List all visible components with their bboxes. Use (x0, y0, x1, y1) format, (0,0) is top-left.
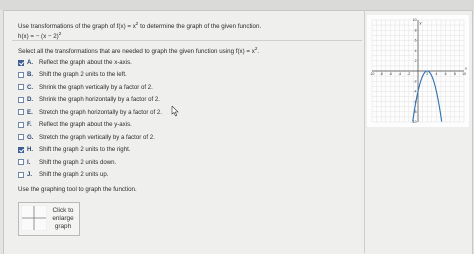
option-g[interactable]: G. Stretch the graph vertically by a fact… (18, 133, 155, 142)
checkbox[interactable] (18, 171, 24, 178)
option-text: Reflect the graph about the y-axis. (39, 121, 132, 129)
option-letter: C. (27, 83, 34, 91)
option-text: Shrink the graph horizontally by a facto… (39, 96, 160, 104)
coordinate-graph[interactable]: xy-10 -8 -6 -4 -2 2 4 6 8 10108642-2-4-6-8-10 (366, 14, 470, 128)
option-letter: J. (27, 171, 33, 179)
x-axis-label: x (465, 66, 467, 71)
x-tick-label: 2 (426, 72, 428, 76)
checkbox[interactable] (18, 84, 24, 91)
top-bar (0, 0, 474, 10)
divider (12, 40, 362, 41)
option-c[interactable]: C. Shrink the graph vertically by a facto… (18, 83, 153, 92)
option-text: Stretch the graph horizontally by a fact… (39, 108, 162, 116)
mouse-pointer-icon (171, 106, 179, 117)
option-j[interactable]: J. Shift the graph 2 units up. (18, 170, 108, 179)
option-text: Shrink the graph vertically by a factor … (39, 83, 153, 91)
option-text: Shift the graph 2 units down. (39, 158, 117, 166)
checkbox[interactable] (18, 71, 24, 78)
enlarge-graph-button[interactable]: Click to enlarge graph (18, 202, 80, 236)
option-d[interactable]: D. Shrink the graph horizontally by a fac… (18, 95, 160, 104)
checkbox[interactable] (18, 96, 24, 103)
graph-thumbnail-icon (21, 205, 47, 231)
y-tick-label: 6 (415, 39, 417, 43)
y-tick-label: -2 (413, 79, 416, 83)
option-letter: H. (27, 146, 34, 154)
option-text: Stretch the graph vertically by a factor… (39, 133, 155, 141)
option-letter: I. (27, 158, 31, 166)
x-tick-label: 4 (435, 72, 437, 76)
x-tick-label: 8 (454, 72, 456, 76)
option-text: Shift the graph 2 units to the left. (39, 71, 127, 79)
option-e[interactable]: E. Stretch the graph horizontally by a fa… (18, 108, 162, 117)
x-tick-label: -10 (370, 72, 375, 76)
option-a[interactable]: A. Reflect the graph about the x-axis. (18, 58, 132, 67)
checkbox[interactable] (18, 134, 24, 141)
option-letter: B. (27, 71, 34, 79)
option-i[interactable]: I. Shift the graph 2 units down. (18, 158, 116, 167)
x-tick-label: -4 (398, 72, 401, 76)
y-tick-label: 4 (415, 49, 417, 53)
checkbox[interactable] (18, 159, 24, 166)
option-f[interactable]: F. Reflect the graph about the y-axis. (18, 120, 132, 129)
option-letter: A. (27, 59, 34, 66)
y-axis-label: y (420, 20, 422, 25)
checkbox[interactable] (18, 59, 24, 66)
option-letter: D. (27, 96, 34, 104)
graph-tool-instruction: Use the graphing tool to graph the funct… (18, 186, 137, 193)
checkbox[interactable] (18, 109, 24, 116)
checkbox[interactable] (18, 121, 24, 128)
option-text: Shift the graph 2 units up. (39, 171, 109, 179)
x-tick-label: 6 (445, 72, 447, 76)
x-tick-label: -2 (407, 72, 410, 76)
x-tick-label: 10 (462, 72, 466, 76)
y-tick-label: 2 (415, 59, 417, 63)
option-letter: G. (27, 133, 34, 141)
enlarge-graph-label: Click to enlarge graph (52, 207, 74, 230)
y-tick-label: -4 (413, 90, 416, 94)
option-b[interactable]: B. Shift the graph 2 units to the left. (18, 70, 127, 79)
checkbox[interactable] (18, 146, 24, 153)
x-tick-label: -6 (389, 72, 392, 76)
select-instruction: Select all the transformations that are … (18, 46, 260, 55)
panel-divider (364, 11, 365, 253)
option-letter: E. (27, 108, 33, 116)
option-letter: F. (27, 121, 32, 129)
x-tick-label: -8 (380, 72, 383, 76)
option-h[interactable]: H. Shift the graph 2 units to the right. (18, 145, 130, 154)
option-text: Reflect the graph about the x-axis. (39, 59, 132, 66)
y-tick-label: 10 (413, 18, 417, 22)
y-tick-label: 8 (415, 28, 417, 32)
option-text: Shift the graph 2 units to the right. (39, 146, 131, 154)
